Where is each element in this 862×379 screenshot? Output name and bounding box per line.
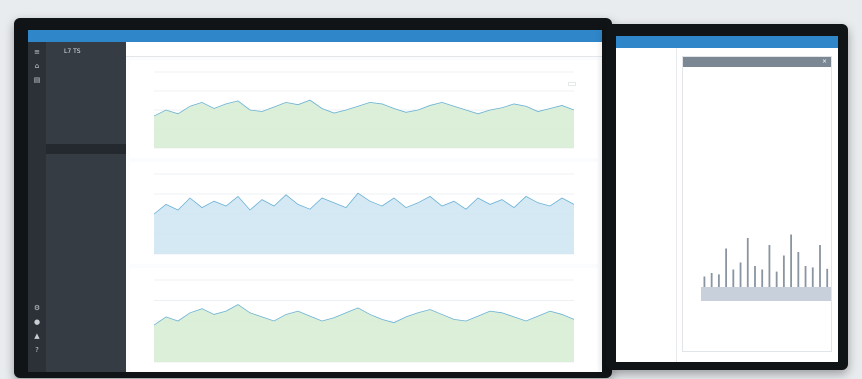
bar xyxy=(775,271,778,287)
settings-icon[interactable]: ⚙ xyxy=(33,304,41,312)
secondary-top-bar xyxy=(616,36,838,48)
bar xyxy=(804,266,807,287)
home-icon[interactable]: ⌂ xyxy=(33,62,41,70)
bar xyxy=(725,248,727,287)
menu-icon[interactable]: ≡ xyxy=(33,48,41,56)
main-device-frame: ≡ ⌂ ▤ ⚙ ● ▲ ? L7 TS xyxy=(14,18,612,378)
tab-bar xyxy=(126,42,602,57)
area-chart xyxy=(153,71,575,149)
secondary-device-frame: × xyxy=(606,24,848,370)
list-item[interactable] xyxy=(622,118,672,127)
bar xyxy=(746,238,749,287)
main-content xyxy=(126,42,602,372)
secondary-list xyxy=(616,48,677,362)
sidebar-item[interactable] xyxy=(46,190,126,200)
chart-panel xyxy=(130,268,598,372)
bar xyxy=(754,266,756,287)
list-item[interactable] xyxy=(622,138,672,147)
bar xyxy=(703,276,706,287)
list-item[interactable] xyxy=(622,178,672,187)
chart-panel xyxy=(130,60,598,158)
nav-rail: ≡ ⌂ ▤ ⚙ ● ▲ ? xyxy=(28,42,46,372)
bar xyxy=(811,267,814,287)
sidebar-title: L7 TS xyxy=(64,48,81,55)
bar xyxy=(797,252,800,287)
alert-icon[interactable]: ▲ xyxy=(33,332,41,340)
bar xyxy=(790,234,792,287)
sidebar: L7 TS xyxy=(46,42,126,372)
secondary-screen: × xyxy=(616,36,838,362)
sidebar-item[interactable] xyxy=(46,108,126,118)
sidebar-item[interactable] xyxy=(46,90,126,100)
sidebar-item[interactable] xyxy=(46,72,126,82)
bar xyxy=(710,273,713,287)
bar xyxy=(732,269,735,287)
bar xyxy=(819,245,821,287)
list-item[interactable] xyxy=(622,58,672,67)
bar xyxy=(739,262,742,287)
sidebar-item[interactable] xyxy=(46,172,126,182)
bar xyxy=(717,274,720,287)
bar xyxy=(826,268,829,287)
top-bar xyxy=(28,30,602,42)
bar xyxy=(761,269,764,287)
list-item[interactable] xyxy=(622,158,672,167)
baseline-band xyxy=(701,287,831,301)
main-screen: ≡ ⌂ ▤ ⚙ ● ▲ ? L7 TS xyxy=(28,30,602,372)
detail-panel: × xyxy=(682,56,832,352)
close-icon[interactable]: × xyxy=(822,57,827,67)
user-icon[interactable]: ● xyxy=(33,318,41,326)
area-chart xyxy=(153,173,575,255)
bar-chart xyxy=(701,234,831,301)
detail-panel-header: × xyxy=(683,57,831,67)
sidebar-item[interactable] xyxy=(46,126,126,136)
bar xyxy=(768,245,771,287)
list-item[interactable] xyxy=(622,98,672,107)
list-item[interactable] xyxy=(622,78,672,87)
chart-panel xyxy=(130,162,598,264)
bar xyxy=(782,255,785,287)
help-icon[interactable]: ? xyxy=(33,346,41,354)
chart-icon[interactable]: ▤ xyxy=(33,76,41,84)
sidebar-item-active[interactable] xyxy=(46,144,126,154)
area-chart xyxy=(153,279,575,363)
